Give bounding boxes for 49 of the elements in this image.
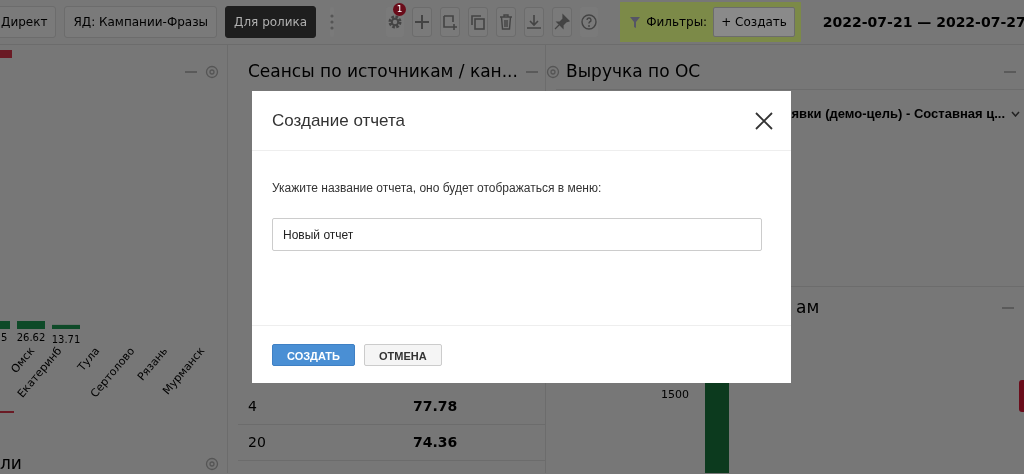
settings-icon[interactable] [205,457,219,471]
side-tab[interactable] [1019,380,1024,412]
bar-value-label: 5 [1,332,8,343]
pin-button[interactable] [552,7,573,37]
table-cell-text: 77.78 [413,397,458,416]
report-tab[interactable]: ЯД: Кампании-Фразы [64,6,218,38]
panel-title: Сеансы по источникам / кан... [248,60,518,84]
table-cell-text: 20 [248,433,267,452]
bar [0,321,10,329]
settings-icon[interactable] [205,65,219,79]
download-button[interactable] [524,7,545,37]
date-range[interactable]: 2022-07-21 — 2022-07-27 [822,11,1024,33]
dialog-title: Создание отчета [272,109,406,132]
table-cell-text: 4 [248,397,258,416]
copy-icon [469,13,488,31]
add-widget-button[interactable] [440,7,461,37]
plus-button[interactable] [412,7,433,37]
prompt-text: Укажите название отчета, оно будет отображаться в меню: [272,180,603,197]
panel-title: ли [0,452,23,474]
report-tab[interactable]: Директ [0,6,57,38]
bar [17,321,45,329]
add-widget-icon [441,13,460,31]
cancel-button[interactable]: ОТМЕНА [364,343,442,366]
bar-value-label: 13.71 [51,334,81,345]
axis-tick: 1500 [661,386,689,403]
bar-value-label: 26.62 [16,332,46,343]
create-button[interactable]: СОЗДАТЬ [272,343,355,366]
plus-icon [413,13,432,31]
pin-icon [553,13,572,31]
settings-icon[interactable] [545,65,560,79]
section-title: ам [796,296,821,320]
panel-title: Выручка по ОС [566,60,702,84]
notification-badge: 1 [393,3,407,16]
funnel-icon [630,16,641,28]
dropdown-value[interactable]: явки (демо-цель) - Составная ц... [791,104,1005,124]
filter-label: Фильтры: [646,14,708,31]
help-icon [580,13,599,31]
download-icon [525,13,544,31]
caret-icon[interactable] [1011,110,1020,117]
copy-button[interactable] [468,7,489,37]
trash-button[interactable] [496,7,517,37]
create-filter-button[interactable]: + Создать [713,7,795,37]
name-input-field[interactable]: Новый отчет [272,218,762,251]
close-button[interactable] [755,111,773,130]
report-tab[interactable]: Для ролика [225,6,317,38]
bar [52,324,80,329]
status-line [0,411,14,413]
table-cell-text: 74.36 [413,433,458,452]
status-marker [0,50,12,58]
